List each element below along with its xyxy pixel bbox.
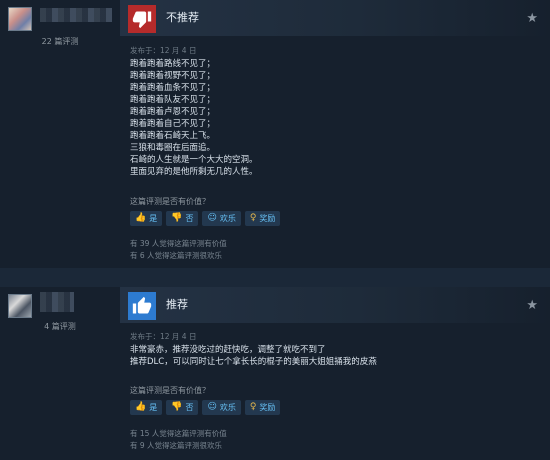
- review-body: 非常豪赤，推荐没吃过的赶快吃，调整了就吃不到了 推荐DLC，可以同时让七个拿长长…: [130, 344, 377, 368]
- thumbs-up-icon: 👍: [135, 402, 147, 412]
- review-line: 石崎的人生就是一个大大的空洞。: [130, 155, 258, 165]
- review-line: 三狼和毒圈在后面追。: [130, 143, 216, 153]
- award-icon: ♀: [249, 402, 257, 412]
- smiley-icon: ☺: [207, 213, 217, 223]
- review-posted-date: 发布于：12 月 4 日: [130, 46, 197, 55]
- review-line: 跑着跑着路线不见了；: [130, 59, 216, 69]
- review-card: 22 篇评测 不推荐 ★ 发布于：12 月 4 日 跑着跑着路线不见了； 跑着跑…: [0, 0, 550, 268]
- vote-yes-label: 是: [149, 403, 158, 412]
- star-icon[interactable]: ★: [526, 11, 538, 26]
- award-button[interactable]: ♀ 奖励: [244, 211, 281, 226]
- funny-count: 有 6 人觉得这篇评测很欢乐: [130, 251, 223, 260]
- award-label: 奖励: [259, 403, 276, 412]
- vote-no-label: 否: [185, 403, 194, 412]
- award-button[interactable]: ♀ 奖励: [244, 400, 281, 415]
- vote-no-button[interactable]: 👎 否: [166, 211, 199, 226]
- helpful-question: 这篇评测是否有价值？: [130, 386, 210, 395]
- award-label: 奖励: [259, 214, 276, 223]
- reviewer-review-count[interactable]: 22 篇评测: [0, 36, 120, 47]
- review-verdict[interactable]: 不推荐: [166, 9, 199, 25]
- reviewer-avatar[interactable]: [8, 294, 32, 318]
- review-line: 跑着跑着血条不见了；: [130, 83, 216, 93]
- review-posted-date: 发布于：12 月 4 日: [130, 332, 197, 341]
- vote-funny-label: 欢乐: [219, 403, 236, 412]
- review-header: 不推荐 ★: [120, 0, 550, 36]
- thumbs-up-icon: 👍: [135, 213, 147, 223]
- review-line: 跑着跑着队友不见了；: [130, 95, 216, 105]
- vote-button-row: 👍 是 👎 否 ☺ 欢乐 ♀ 奖励: [130, 211, 281, 226]
- vote-yes-label: 是: [149, 214, 158, 223]
- review-verdict[interactable]: 推荐: [166, 296, 188, 312]
- reviewer-review-count[interactable]: 4 篇评测: [0, 321, 120, 332]
- helpful-question: 这篇评测是否有价值？: [130, 197, 210, 206]
- vote-funny-button[interactable]: ☺ 欢乐: [202, 400, 241, 415]
- thumbs-down-icon: 👎: [171, 213, 183, 223]
- vote-funny-button[interactable]: ☺ 欢乐: [202, 211, 241, 226]
- thumbs-down-icon: [128, 5, 156, 33]
- reviewer-name-redacted[interactable]: [40, 292, 74, 312]
- review-content: 不推荐 ★ 发布于：12 月 4 日 跑着跑着路线不见了； 跑着跑着视野不见了；…: [120, 0, 550, 268]
- review-line: 跑着跑着自己不见了；: [130, 119, 216, 129]
- vote-yes-button[interactable]: 👍 是: [130, 400, 163, 415]
- review-line: 跑着跑着卢恩不见了；: [130, 107, 216, 117]
- review-content: 推荐 ★ 发布于：12 月 4 日 非常豪赤，推荐没吃过的赶快吃，调整了就吃不到…: [120, 287, 550, 460]
- vote-funny-label: 欢乐: [219, 214, 236, 223]
- reviewer-panel: 22 篇评测: [0, 0, 120, 268]
- review-line: 推荐DLC，可以同时让七个拿长长的棍子的美丽大姐姐捅我的皮燕: [130, 357, 377, 367]
- vote-yes-button[interactable]: 👍 是: [130, 211, 163, 226]
- smiley-icon: ☺: [207, 402, 217, 412]
- helpful-count: 有 15 人觉得这篇评测有价值: [130, 429, 227, 438]
- review-line: 跑着跑着石崎天上飞。: [130, 131, 216, 141]
- review-line: 跑着跑着视野不见了；: [130, 71, 216, 81]
- review-header: 推荐 ★: [120, 287, 550, 323]
- reviewer-avatar[interactable]: [8, 7, 32, 31]
- vote-no-label: 否: [185, 214, 194, 223]
- star-icon[interactable]: ★: [526, 298, 538, 313]
- thumbs-down-icon: 👎: [171, 402, 183, 412]
- vote-button-row: 👍 是 👎 否 ☺ 欢乐 ♀ 奖励: [130, 400, 281, 415]
- award-icon: ♀: [249, 213, 257, 223]
- review-card: 4 篇评测 推荐 ★ 发布于：12 月 4 日 非常豪赤，推荐没吃过的赶快吃，调…: [0, 287, 550, 460]
- vote-no-button[interactable]: 👎 否: [166, 400, 199, 415]
- review-body: 跑着跑着路线不见了； 跑着跑着视野不见了； 跑着跑着血条不见了； 跑着跑着队友不…: [130, 58, 258, 178]
- reviewer-name-redacted[interactable]: [40, 8, 112, 22]
- thumbs-up-icon: [128, 292, 156, 320]
- funny-count: 有 9 人觉得这篇评测很欢乐: [130, 441, 223, 450]
- reviewer-panel: 4 篇评测: [0, 287, 120, 460]
- review-divider: [0, 268, 550, 287]
- helpful-count: 有 39 人觉得这篇评测有价值: [130, 239, 227, 248]
- review-line: 里面见弃的是他所剩无几的人性。: [130, 167, 258, 177]
- review-line: 非常豪赤，推荐没吃过的赶快吃，调整了就吃不到了: [130, 345, 326, 355]
